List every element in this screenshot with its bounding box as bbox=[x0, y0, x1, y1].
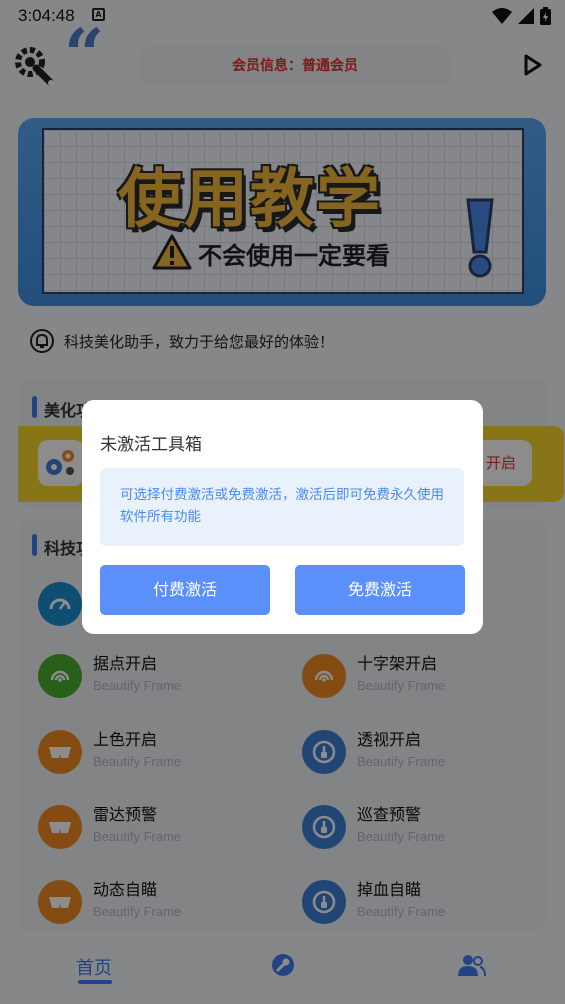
dialog-title: 未激活工具箱 bbox=[100, 435, 202, 455]
free-activate-button[interactable]: 免费激活 bbox=[295, 565, 465, 615]
paid-activate-button[interactable]: 付费激活 bbox=[100, 565, 270, 615]
dialog-message: 可选择付费激活或免费激活，激活后即可免费永久使用软件所有功能 bbox=[100, 468, 464, 546]
activation-dialog: 未激活工具箱 可选择付费激活或免费激活，激活后即可免费永久使用软件所有功能 付费… bbox=[82, 400, 483, 634]
